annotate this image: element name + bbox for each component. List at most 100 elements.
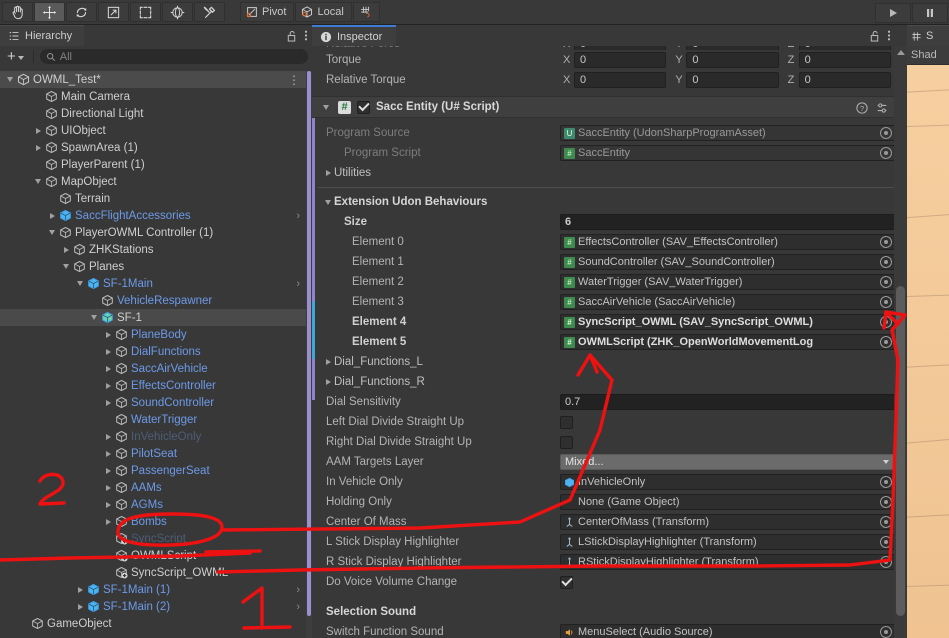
foldout-toggle[interactable]: [322, 374, 334, 391]
foldout-toggle[interactable]: [46, 224, 58, 241]
hierarchy-item-zhkstations[interactable]: ZHKStations: [0, 241, 306, 258]
foldout-toggle[interactable]: [32, 122, 44, 139]
hierarchy-item-owmlscript[interactable]: OWMLScript: [0, 547, 306, 564]
property-row-extension-behaviours[interactable]: Extension Udon Behaviours: [312, 192, 907, 212]
object-picker-icon[interactable]: [880, 147, 892, 159]
hierarchy-item-sf-1main-2[interactable]: SF-1Main (2) ›: [0, 598, 306, 615]
hierarchy-search-input[interactable]: All: [39, 49, 308, 64]
property-row-dial_functions_l[interactable]: Dial_Functions_L: [312, 352, 907, 372]
hierarchy-item-pilotseat[interactable]: PilotSeat: [0, 445, 306, 462]
local-button[interactable]: Local: [295, 2, 352, 22]
play-button[interactable]: [875, 2, 911, 23]
hierarchy-item-agms[interactable]: AGMs: [0, 496, 306, 513]
pause-button[interactable]: [912, 2, 948, 23]
object-field-3[interactable]: LStickDisplayHighlighter (Transform): [560, 534, 895, 550]
add-gameobject-button[interactable]: +: [4, 49, 27, 64]
tab-hierarchy[interactable]: Hierarchy: [0, 25, 85, 46]
object-picker-icon[interactable]: [880, 476, 892, 488]
foldout-toggle[interactable]: [102, 394, 114, 411]
hierarchy-item-watertrigger[interactable]: WaterTrigger: [0, 411, 306, 428]
object-picker-icon[interactable]: [880, 556, 892, 568]
foldout-toggle[interactable]: [88, 309, 100, 326]
object-field-2[interactable]: CenterOfMass (Transform): [560, 514, 895, 530]
x-input[interactable]: 0: [574, 72, 667, 88]
tab-scene[interactable]: S: [907, 25, 949, 46]
property-row-utilities[interactable]: Utilities: [312, 163, 907, 183]
x-input[interactable]: 0: [574, 52, 667, 68]
grid-snap-button[interactable]: [352, 2, 380, 22]
element-5-field[interactable]: # OWMLScript (ZHK_OpenWorldMovementLog: [560, 334, 895, 350]
hierarchy-item-mapobject[interactable]: MapObject: [0, 173, 306, 190]
kebab-menu-icon[interactable]: [304, 29, 308, 42]
foldout-toggle[interactable]: [60, 241, 72, 258]
foldout-toggle[interactable]: [46, 207, 58, 224]
scale-tool-button[interactable]: [98, 2, 129, 22]
foldout-toggle[interactable]: [102, 428, 114, 445]
element-0-field[interactable]: # EffectsController (SAV_EffectsControlle…: [560, 234, 895, 250]
foldout-toggle[interactable]: [102, 462, 114, 479]
foldout-toggle[interactable]: [32, 139, 44, 156]
hand-tool-button[interactable]: [2, 2, 33, 22]
scroll-up-arrow[interactable]: [897, 50, 905, 55]
hierarchy-item-playerowml-controller-1[interactable]: PlayerOWML Controller (1): [0, 224, 306, 241]
utilities-foldout[interactable]: [322, 165, 334, 182]
vector3-field[interactable]: X0Y0Z0: [560, 72, 907, 88]
foldout-toggle[interactable]: [4, 71, 16, 88]
hierarchy-item-syncscript[interactable]: SyncScript: [0, 530, 306, 547]
element-2-field[interactable]: # WaterTrigger (SAV_WaterTrigger): [560, 274, 895, 290]
hierarchy-item-spawnarea-1[interactable]: SpawnArea (1): [0, 139, 306, 156]
element-3-field[interactable]: # SaccAirVehicle (SaccAirVehicle): [560, 294, 895, 310]
left-dial-checkbox[interactable]: [560, 415, 573, 429]
hierarchy-item-saccairvehicle[interactable]: SaccAirVehicle: [0, 360, 306, 377]
hierarchy-item-uiobject[interactable]: UIObject: [0, 122, 306, 139]
object-picker-icon[interactable]: [880, 336, 892, 348]
z-input[interactable]: 0: [798, 52, 891, 68]
transform-tool-button[interactable]: [162, 2, 193, 22]
dial-sensitivity-input[interactable]: 0.7: [560, 394, 895, 410]
hierarchy-item-effectscontroller[interactable]: EffectsController: [0, 377, 306, 394]
size-input[interactable]: 6: [560, 214, 895, 230]
hierarchy-item-main-camera[interactable]: Main Camera: [0, 88, 306, 105]
hierarchy-item-sf-1[interactable]: SF-1: [0, 309, 306, 326]
hierarchy-item-dialfunctions[interactable]: DialFunctions: [0, 343, 306, 360]
object-picker-icon[interactable]: [880, 276, 892, 288]
rotate-tool-button[interactable]: [66, 2, 97, 22]
foldout-toggle[interactable]: [102, 326, 114, 343]
hierarchy-item-vehiclerespawner[interactable]: VehicleRespawner: [0, 292, 306, 309]
foldout-toggle[interactable]: [74, 598, 86, 615]
pivot-button[interactable]: Pivot: [240, 2, 295, 22]
hierarchy-item-bombs[interactable]: Bombs: [0, 513, 306, 530]
hierarchy-scroll-thumb[interactable]: [307, 71, 311, 616]
foldout-toggle[interactable]: [102, 360, 114, 377]
object-picker-icon[interactable]: [880, 316, 892, 328]
foldout-toggle[interactable]: [102, 513, 114, 530]
foldout-toggle[interactable]: [102, 479, 114, 496]
object-picker-icon[interactable]: [880, 127, 892, 139]
hierarchy-item-planes[interactable]: Planes: [0, 258, 306, 275]
hierarchy-item-invehicleonly[interactable]: InVehicleOnly: [0, 428, 306, 445]
hierarchy-item-gameobject[interactable]: GameObject: [0, 615, 306, 632]
object-field-0[interactable]: InVehicleOnly: [560, 474, 895, 490]
aam-targets-dropdown[interactable]: Mixed...: [560, 454, 895, 470]
move-tool-button[interactable]: [34, 2, 65, 22]
object-picker-icon[interactable]: [880, 496, 892, 508]
object-picker-icon[interactable]: [880, 516, 892, 528]
element-4-field[interactable]: # SyncScript_OWML (SAV_SyncScript_OWML): [560, 314, 895, 330]
scene-toolbar[interactable]: Shad: [907, 46, 949, 65]
kebab-menu-icon[interactable]: [887, 29, 891, 42]
hierarchy-item-owml-test[interactable]: OWML_Test* ⋮: [0, 71, 306, 88]
foldout-toggle[interactable]: [32, 173, 44, 190]
object-picker-icon[interactable]: [880, 536, 892, 548]
scene-kebab-menu-icon[interactable]: ⋮: [288, 71, 300, 88]
lock-open-icon[interactable]: [286, 30, 297, 42]
help-icon[interactable]: ?: [856, 102, 868, 114]
lock-open-icon[interactable]: [869, 30, 880, 42]
right-dial-checkbox[interactable]: [560, 435, 573, 449]
object-picker-icon[interactable]: [880, 626, 892, 638]
custom-tool-button[interactable]: [194, 2, 225, 22]
hierarchy-tree[interactable]: OWML_Test* ⋮ Main Camera Directional Light U…: [0, 71, 306, 638]
object-picker-icon[interactable]: [880, 256, 892, 268]
tab-inspector[interactable]: Inspector: [312, 25, 397, 46]
foldout-toggle[interactable]: [102, 377, 114, 394]
inspector-scrollbar[interactable]: [894, 46, 907, 638]
